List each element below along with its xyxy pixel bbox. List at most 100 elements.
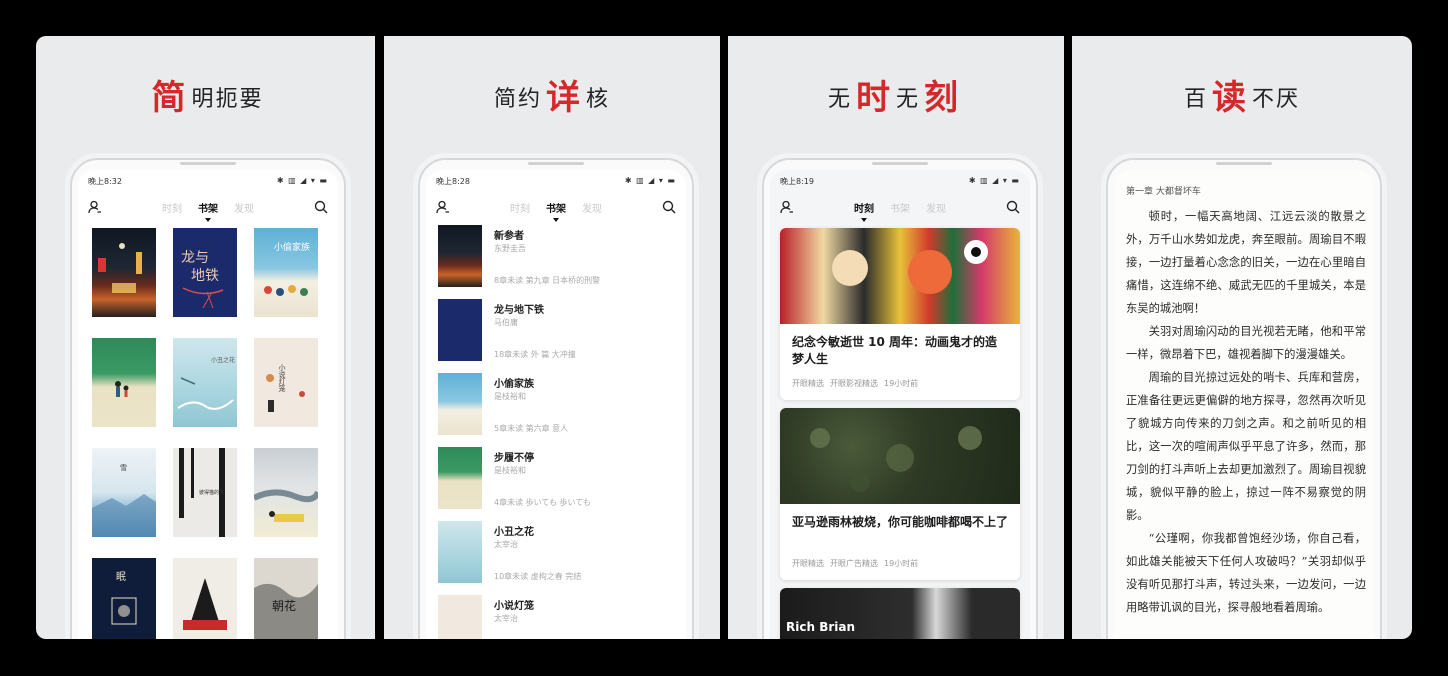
book-title: 龙与地下铁 [494,305,544,316]
tab-moments[interactable]: 时刻 [162,200,182,215]
book-progress: 18章未读 外 篇 大冲撞 [494,350,576,359]
promo-panel-4: 百读不厌 第一章 大都督坏车 顿时，一幅天高地阔、江远云淡的散景之外，万千山水势… [1072,36,1412,639]
book-thumb [438,521,482,583]
reader-page[interactable]: 第一章 大都督坏车 顿时，一幅天高地阔、江远云淡的散景之外，万千山水势如龙虎，奔… [1126,184,1366,619]
article-overlay-title: Rich Brian [786,620,856,634]
phone-frame: 晚上8:19 ✱ ▥ ◢ ▾ ▬ 时刻 书架 发现 纪念今敏逝世 10 周年：动画鬼… [762,158,1038,639]
book-author: 是枝裕和 [494,392,526,401]
search-icon[interactable] [1006,200,1020,214]
book-thumb [438,595,482,639]
book-cover[interactable]: 龙与地铁 [173,228,237,317]
promo-panel-3: 无时无刻 晚上8:19 ✱ ▥ ◢ ▾ ▬ 时刻 书架 发现 纪念今敏逝世 10… [728,36,1064,639]
book-cover[interactable]: 朝花 [254,558,318,639]
book-cover[interactable]: 小偷家族 [254,228,318,317]
phone-screen: 晚上8:32 ✱ ▥ ◢ ▾ ▬ 时刻 书架 发现 龙与 地铁 小偷家族 小丑之… [78,170,338,639]
book-cover[interactable]: 小丑之花 [173,338,237,427]
list-item[interactable]: 小说灯笼 太宰治 [438,595,676,639]
search-icon[interactable] [314,200,328,214]
paragraph: 周瑜的目光掠过远处的哨卡、兵库和营房，正准备往更远更偏僻的地方探寻，忽然再次听见… [1126,371,1366,522]
tab-bookshelf[interactable]: 书架 [198,200,218,222]
tab-bookshelf[interactable]: 书架 [546,200,566,222]
book-title: 小偷家族 [494,379,534,390]
list-item[interactable]: 小偷家族 是枝裕和 5章未读 第六章 意人 [438,373,676,443]
chapter-title: 第一章 大都督坏车 [1126,187,1201,197]
svg-text:眠: 眠 [116,571,126,583]
phone-frame: 晚上8:28 ✱ ▥ ◢ ▾ ▬ 时刻 书架 发现 新参者 东野圭吾 8章未读 第九… [418,158,694,639]
status-time: 晚上8:32 [88,177,122,186]
status-time: 晚上8:19 [780,177,814,186]
headline: 无时无刻 [827,78,961,118]
phone-screen: 晚上8:28 ✱ ▥ ◢ ▾ ▬ 时刻 书架 发现 新参者 东野圭吾 8章未读 第九… [426,170,686,639]
tab-discover[interactable]: 发现 [582,200,602,215]
svg-text:朝花: 朝花 [272,598,296,613]
book-thumb [438,373,482,435]
book-title: 小说灯笼 [494,601,534,612]
book-cover[interactable]: 小说灯笼 [254,338,318,427]
list-item[interactable]: 步履不停 是枝裕和 4章未读 歩いても 歩いても [438,447,676,517]
list-item[interactable]: 新参者 东野圭吾 8章未读 第九章 日本桥的刑警 [438,225,676,295]
status-icons: ✱ ▥ ◢ ▾ ▬ [624,176,676,185]
book-cover[interactable] [92,338,156,427]
book-cover[interactable] [254,448,318,537]
tab-moments[interactable]: 时刻 [510,200,530,215]
tab-bar: 时刻 书架 发现 [78,200,338,222]
status-icons: ✱ ▥ ◢ ▾ ▬ [276,176,328,185]
paragraph: 顿时，一幅天高地阔、江远云淡的散景之外，万千山水势如龙虎，奔至眼前。周瑜目不暇接… [1126,210,1366,315]
svg-text:小丑之花: 小丑之花 [211,356,235,364]
tab-moments[interactable]: 时刻 [854,200,874,222]
book-progress: 4章未读 歩いても 歩いても [494,498,591,507]
top-nav: 时刻 书架 发现 [770,196,1030,222]
tab-bookshelf[interactable]: 书架 [890,200,910,215]
search-icon[interactable] [662,200,676,214]
headline: 简明扼要 [151,78,264,118]
headline: 百读不厌 [1183,78,1301,118]
speaker [528,162,584,165]
list-item[interactable]: 小丑之花 太宰治 10章未读 虚构之春 完结 [438,521,676,591]
phone-frame: 第一章 大都督坏车 顿时，一幅天高地阔、江远云淡的散景之外，万千山水势如龙虎，奔… [1106,158,1382,639]
book-title: 小丑之花 [494,527,534,538]
phone-screen: 晚上8:19 ✱ ▥ ◢ ▾ ▬ 时刻 书架 发现 纪念今敏逝世 10 周年：动画鬼… [770,170,1030,639]
tab-discover[interactable]: 发现 [926,200,946,215]
book-progress: 10章未读 虚构之春 完结 [494,572,582,581]
book-author: 马伯庸 [494,318,518,327]
book-cover[interactable]: 彼得猫的书 [173,448,237,537]
book-cover[interactable]: 雪 [92,448,156,537]
book-author: 太宰治 [494,540,518,549]
article-card[interactable]: 亚马逊雨林被烧，你可能咖啡都喝不上了 开眼精选 开眼广告精选 19小时前 [780,408,1020,580]
book-author: 东野圭吾 [494,244,526,253]
book-title: 新参者 [494,231,524,242]
article-meta: 开眼精选 开眼广告精选 19小时前 [792,559,919,568]
book-title: 步履不停 [494,453,534,464]
book-cover[interactable]: 眠 [92,558,156,639]
list-item[interactable]: 龙与地下铁 马伯庸 18章未读 外 篇 大冲撞 [438,299,676,369]
svg-text:地铁: 地铁 [191,268,219,284]
article-title: 纪念今敏逝世 10 周年：动画鬼才的造梦人生 [792,335,998,366]
article-card[interactable]: 纪念今敏逝世 10 周年：动画鬼才的造梦人生 开眼精选 开眼影视精选 19小时前 [780,228,1020,400]
book-author: 太宰治 [494,614,518,623]
top-nav: 时刻 书架 发现 [78,196,338,222]
book-progress: 8章未读 第九章 日本桥的刑警 [494,276,601,285]
speaker [180,162,236,165]
status-bar: 晚上8:32 ✱ ▥ ◢ ▾ ▬ [88,176,328,188]
tab-discover[interactable]: 发现 [234,200,254,215]
book-cover[interactable] [173,558,237,639]
article-image [780,408,1020,504]
book-author: 是枝裕和 [494,466,526,475]
status-time: 晚上8:28 [436,177,470,186]
article-title: 亚马逊雨林被烧，你可能咖啡都喝不上了 [792,515,1009,529]
article-meta: 开眼精选 开眼影视精选 19小时前 [792,379,919,388]
svg-text:小偷家族: 小偷家族 [274,241,310,253]
status-icons: ✱ ▥ ◢ ▾ ▬ [968,176,1020,185]
tab-bar: 时刻 书架 发现 [770,200,1030,222]
paragraph: “公瑾啊，你我都曾饱经沙场，你自己看，如此雄关能被天下任何人攻破吗？”关羽却似乎… [1126,532,1366,614]
svg-text:彼得猫的书: 彼得猫的书 [199,489,224,496]
article-card[interactable]: Rich Brian [780,588,1020,639]
svg-text:龙与: 龙与 [181,250,209,266]
phone-frame: 晚上8:32 ✱ ▥ ◢ ▾ ▬ 时刻 书架 发现 龙与 地铁 小偷家族 小丑之… [70,158,346,639]
speaker [872,162,928,165]
svg-text:雪: 雪 [120,464,127,472]
book-thumb [438,447,482,509]
book-cover[interactable] [92,228,156,317]
paragraph: 关羽对周瑜闪动的目光视若无睹，他和平常一样，微昂着下巴，雄视着脚下的漫漫雄关。 [1126,325,1366,361]
speaker [1216,162,1272,165]
